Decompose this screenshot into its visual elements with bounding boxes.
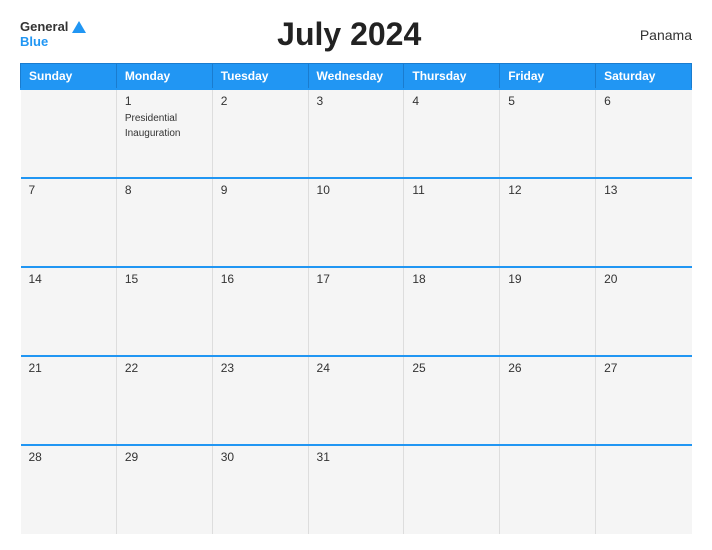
calendar-cell: 14 [21, 267, 117, 356]
calendar-cell: 7 [21, 178, 117, 267]
calendar-cell: 24 [308, 356, 404, 445]
day-number: 25 [412, 361, 491, 375]
calendar-cell: 13 [596, 178, 692, 267]
day-number: 13 [604, 183, 683, 197]
header: General Blue July 2024 Panama [20, 16, 692, 53]
calendar-cell: 27 [596, 356, 692, 445]
calendar-week-row: 1 Presidential Inauguration 2 3 4 5 6 [21, 89, 692, 178]
calendar-week-row: 7 8 9 10 11 12 13 [21, 178, 692, 267]
day-number: 15 [125, 272, 204, 286]
day-number: 4 [412, 94, 491, 108]
calendar-cell: 31 [308, 445, 404, 534]
day-number: 8 [125, 183, 204, 197]
logo: General Blue [20, 20, 86, 49]
day-number: 18 [412, 272, 491, 286]
day-number: 24 [317, 361, 396, 375]
calendar-cell: 26 [500, 356, 596, 445]
calendar-cell: 11 [404, 178, 500, 267]
calendar-cell: 3 [308, 89, 404, 178]
calendar-cell: 19 [500, 267, 596, 356]
day-number: 27 [604, 361, 683, 375]
calendar-cell: 5 [500, 89, 596, 178]
calendar-header: Sunday Monday Tuesday Wednesday Thursday… [21, 64, 692, 90]
calendar-cell: 6 [596, 89, 692, 178]
col-wednesday: Wednesday [308, 64, 404, 90]
calendar-cell: 20 [596, 267, 692, 356]
day-number: 20 [604, 272, 683, 286]
calendar-week-row: 14 15 16 17 18 19 20 [21, 267, 692, 356]
day-number: 1 [125, 94, 204, 108]
col-sunday: Sunday [21, 64, 117, 90]
calendar-cell [596, 445, 692, 534]
col-thursday: Thursday [404, 64, 500, 90]
calendar-cell: 22 [116, 356, 212, 445]
day-number: 19 [508, 272, 587, 286]
day-number: 12 [508, 183, 587, 197]
day-number: 30 [221, 450, 300, 464]
calendar-week-row: 21 22 23 24 25 26 27 [21, 356, 692, 445]
day-number: 22 [125, 361, 204, 375]
calendar-cell: 30 [212, 445, 308, 534]
day-number: 6 [604, 94, 683, 108]
calendar-cell [21, 89, 117, 178]
calendar-cell: 10 [308, 178, 404, 267]
calendar-cell: 12 [500, 178, 596, 267]
page: General Blue July 2024 Panama Sunday Mon… [0, 0, 712, 550]
calendar-cell: 23 [212, 356, 308, 445]
col-saturday: Saturday [596, 64, 692, 90]
calendar-cell: 25 [404, 356, 500, 445]
calendar-cell: 4 [404, 89, 500, 178]
day-number: 26 [508, 361, 587, 375]
col-tuesday: Tuesday [212, 64, 308, 90]
day-number: 29 [125, 450, 204, 464]
day-number: 9 [221, 183, 300, 197]
day-number: 17 [317, 272, 396, 286]
calendar-cell: 29 [116, 445, 212, 534]
event-label: Presidential Inauguration [125, 113, 181, 139]
days-of-week-row: Sunday Monday Tuesday Wednesday Thursday… [21, 64, 692, 90]
calendar-table: Sunday Monday Tuesday Wednesday Thursday… [20, 63, 692, 534]
calendar-cell: 8 [116, 178, 212, 267]
day-number: 23 [221, 361, 300, 375]
day-number: 5 [508, 94, 587, 108]
day-number: 10 [317, 183, 396, 197]
day-number: 21 [29, 361, 108, 375]
day-number: 28 [29, 450, 108, 464]
country-label: Panama [612, 27, 692, 43]
calendar-cell: 1 Presidential Inauguration [116, 89, 212, 178]
calendar-cell: 16 [212, 267, 308, 356]
day-number: 7 [29, 183, 108, 197]
calendar-cell: 18 [404, 267, 500, 356]
calendar-cell: 9 [212, 178, 308, 267]
day-number: 31 [317, 450, 396, 464]
day-number: 3 [317, 94, 396, 108]
calendar-cell: 17 [308, 267, 404, 356]
day-number: 2 [221, 94, 300, 108]
calendar-cell: 2 [212, 89, 308, 178]
logo-general-text: General [20, 20, 68, 34]
day-number: 11 [412, 183, 491, 197]
day-number: 14 [29, 272, 108, 286]
col-friday: Friday [500, 64, 596, 90]
logo-blue-text: Blue [20, 35, 48, 49]
calendar-body: 1Presidential Inauguration23456789101112… [21, 89, 692, 534]
calendar-week-row: 28 29 30 31 [21, 445, 692, 534]
calendar-cell: 15 [116, 267, 212, 356]
calendar-cell [404, 445, 500, 534]
logo-triangle-icon [72, 21, 86, 33]
col-monday: Monday [116, 64, 212, 90]
calendar-cell: 28 [21, 445, 117, 534]
calendar-cell: 21 [21, 356, 117, 445]
calendar-cell [500, 445, 596, 534]
day-number: 16 [221, 272, 300, 286]
calendar-title: July 2024 [86, 16, 612, 53]
